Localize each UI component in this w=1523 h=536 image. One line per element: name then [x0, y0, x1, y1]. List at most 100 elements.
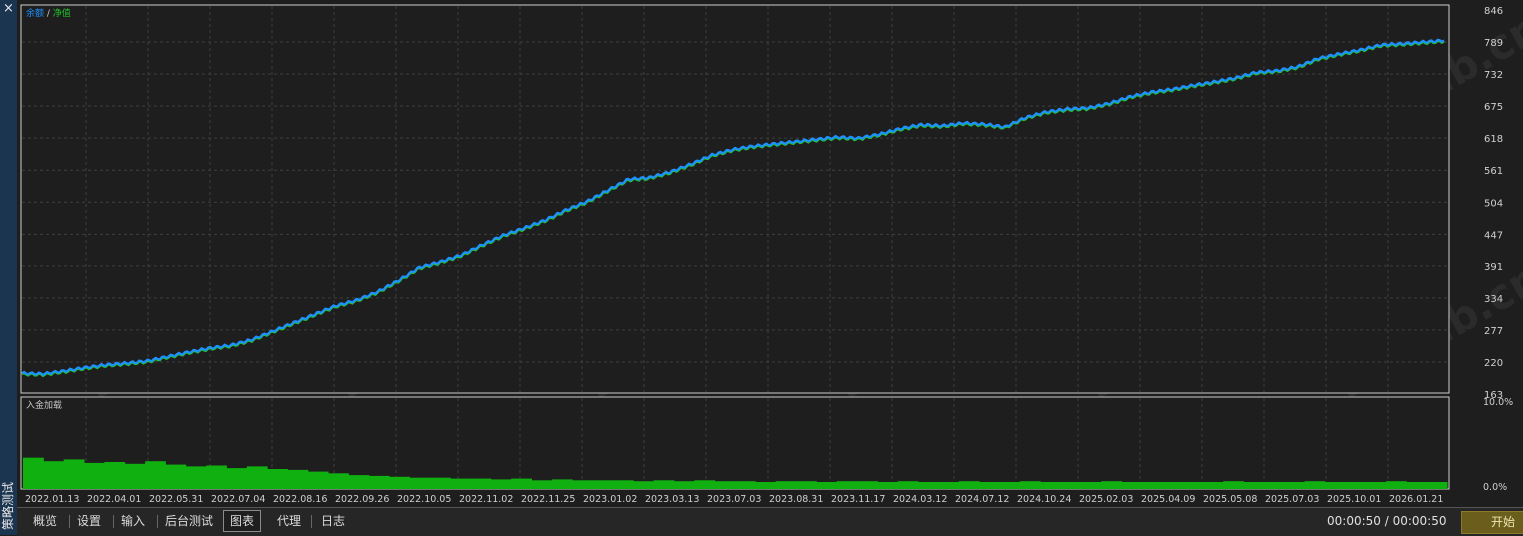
- deposit-load-bar: [837, 481, 858, 489]
- deposit-load-bar: [1223, 481, 1244, 489]
- deposit-load-bar: [1162, 482, 1183, 489]
- deposit-load-bar: [959, 481, 980, 489]
- deposit-load-bar: [572, 480, 593, 489]
- tab-inputs[interactable]: 输入: [115, 512, 151, 530]
- tab-graph[interactable]: 图表: [223, 510, 261, 532]
- deposit-load-bar: [898, 481, 919, 489]
- deposit-load-bar: [755, 482, 776, 489]
- deposit-load-bar: [735, 481, 756, 489]
- x-tick-label: 2025.07.03: [1265, 494, 1319, 505]
- deposit-load-bar: [328, 473, 349, 489]
- deposit-load-bar: [1203, 482, 1224, 489]
- x-tick-label: 2023.11.17: [831, 494, 885, 505]
- deposit-load-bar: [694, 480, 715, 489]
- deposit-load-bar: [1427, 482, 1448, 489]
- deposit-load-bar: [165, 465, 186, 489]
- deposit-load-bar: [715, 481, 736, 489]
- deposit-load-bar: [613, 480, 634, 489]
- bottom-toolbar: 概览 设置 输入 后台测试 图表 代理 日志 00:00:50 / 00:00:…: [17, 507, 1523, 536]
- tab-separator: [157, 515, 158, 528]
- y-tick-label: 447: [1484, 230, 1503, 241]
- deposit-load-bar: [796, 481, 817, 489]
- tab-separator: [311, 515, 312, 528]
- deposit-load-bar: [816, 482, 837, 489]
- tab-backtest[interactable]: 后台测试: [159, 512, 219, 530]
- y-tick-label: 391: [1484, 262, 1503, 273]
- deposit-load-bar: [1264, 482, 1285, 489]
- deposit-load-bar: [471, 479, 492, 489]
- deposit-load-bar: [145, 461, 166, 489]
- deposit-load-bar: [410, 478, 431, 489]
- deposit-load-bar: [918, 482, 939, 489]
- y-tick-label: 277: [1484, 326, 1503, 337]
- deposit-load-bar: [1101, 481, 1122, 489]
- sub-y-tick-label: 0.0%: [1483, 482, 1507, 493]
- x-tick-label: 2025.02.03: [1079, 494, 1133, 505]
- x-tick-label: 2025.04.09: [1141, 494, 1195, 505]
- deposit-load-bar: [104, 462, 125, 489]
- x-tick-label: 2022.08.16: [273, 494, 327, 505]
- deposit-load-bar: [979, 482, 1000, 489]
- chart-area: EAHub.cnEAHub.cnEAHub.cnEAHub.cnEAHub.cn…: [17, 0, 1523, 507]
- deposit-load-bar: [1142, 482, 1163, 489]
- y-tick-label: 789: [1484, 38, 1503, 49]
- legend-balance: 余额: [26, 7, 44, 19]
- deposit-load-bar: [1081, 482, 1102, 489]
- deposit-load-bar: [1366, 482, 1387, 489]
- legend: 余额 / 净值: [26, 7, 71, 19]
- strategy-tester-title: 策略测试: [0, 464, 17, 534]
- deposit-load-bar: [64, 459, 85, 489]
- deposit-load-bar: [1406, 482, 1427, 489]
- deposit-load-bar: [938, 482, 959, 489]
- tab-agents[interactable]: 代理: [271, 512, 307, 530]
- deposit-load-bar: [776, 481, 797, 489]
- strategy-tester-sidebar: × 策略测试: [0, 0, 17, 535]
- x-axis: 2022.01.132022.04.012022.05.312022.07.04…: [25, 494, 1443, 505]
- deposit-load-bar: [593, 480, 614, 489]
- deposit-load-bar: [511, 479, 532, 489]
- deposit-load-bar: [206, 466, 227, 490]
- deposit-load-bar: [857, 481, 878, 489]
- y-tick-label: 334: [1484, 294, 1503, 305]
- deposit-load-bar: [633, 481, 654, 489]
- y-tick-label: 561: [1484, 166, 1503, 177]
- tab-journal[interactable]: 日志: [315, 512, 351, 530]
- x-tick-label: 2022.11.02: [459, 494, 513, 505]
- deposit-load-bar: [1325, 482, 1346, 489]
- deposit-load-bar: [389, 477, 410, 489]
- x-tick-label: 2024.07.12: [955, 494, 1009, 505]
- tab-overview[interactable]: 概览: [27, 512, 63, 530]
- deposit-load-bar: [1183, 482, 1204, 489]
- deposit-load-bar: [267, 469, 288, 489]
- start-button[interactable]: 开始: [1461, 511, 1523, 534]
- deposit-load-bar: [1345, 482, 1366, 489]
- x-tick-label: 2022.11.25: [521, 494, 575, 505]
- x-tick-label: 2022.07.04: [211, 494, 265, 505]
- deposit-load-bar: [1386, 481, 1407, 489]
- x-tick-label: 2025.05.08: [1203, 494, 1257, 505]
- deposit-load-bar: [1020, 481, 1041, 489]
- x-tick-label: 2022.05.31: [149, 494, 203, 505]
- tab-separator: [113, 515, 114, 528]
- deposit-load-bar: [288, 470, 309, 489]
- y-tick-label: 846: [1484, 6, 1503, 17]
- deposit-load-bar: [877, 482, 898, 489]
- legend-equity: 净值: [53, 7, 71, 19]
- deposit-load-bar: [430, 478, 451, 489]
- deposit-load-bar: [1061, 482, 1082, 489]
- close-icon[interactable]: ×: [2, 2, 15, 16]
- deposit-load-bar: [349, 475, 370, 489]
- deposit-load-bar: [674, 481, 695, 489]
- y-tick-label: 618: [1484, 134, 1503, 145]
- deposit-load-bar: [125, 464, 146, 489]
- tab-settings[interactable]: 设置: [71, 512, 107, 530]
- sub-y-tick-label: 10.0%: [1483, 397, 1513, 408]
- deposit-load-bar: [247, 466, 268, 489]
- deposit-load-bar: [1122, 482, 1143, 489]
- deposit-load-bar: [532, 480, 553, 489]
- deposit-load-bar: [43, 461, 64, 489]
- elapsed-timer: 00:00:50 / 00:00:50: [1327, 514, 1446, 528]
- x-tick-label: 2024.10.24: [1017, 494, 1071, 505]
- deposit-load-bar: [226, 468, 247, 489]
- x-tick-label: 2026.01.21: [1389, 494, 1443, 505]
